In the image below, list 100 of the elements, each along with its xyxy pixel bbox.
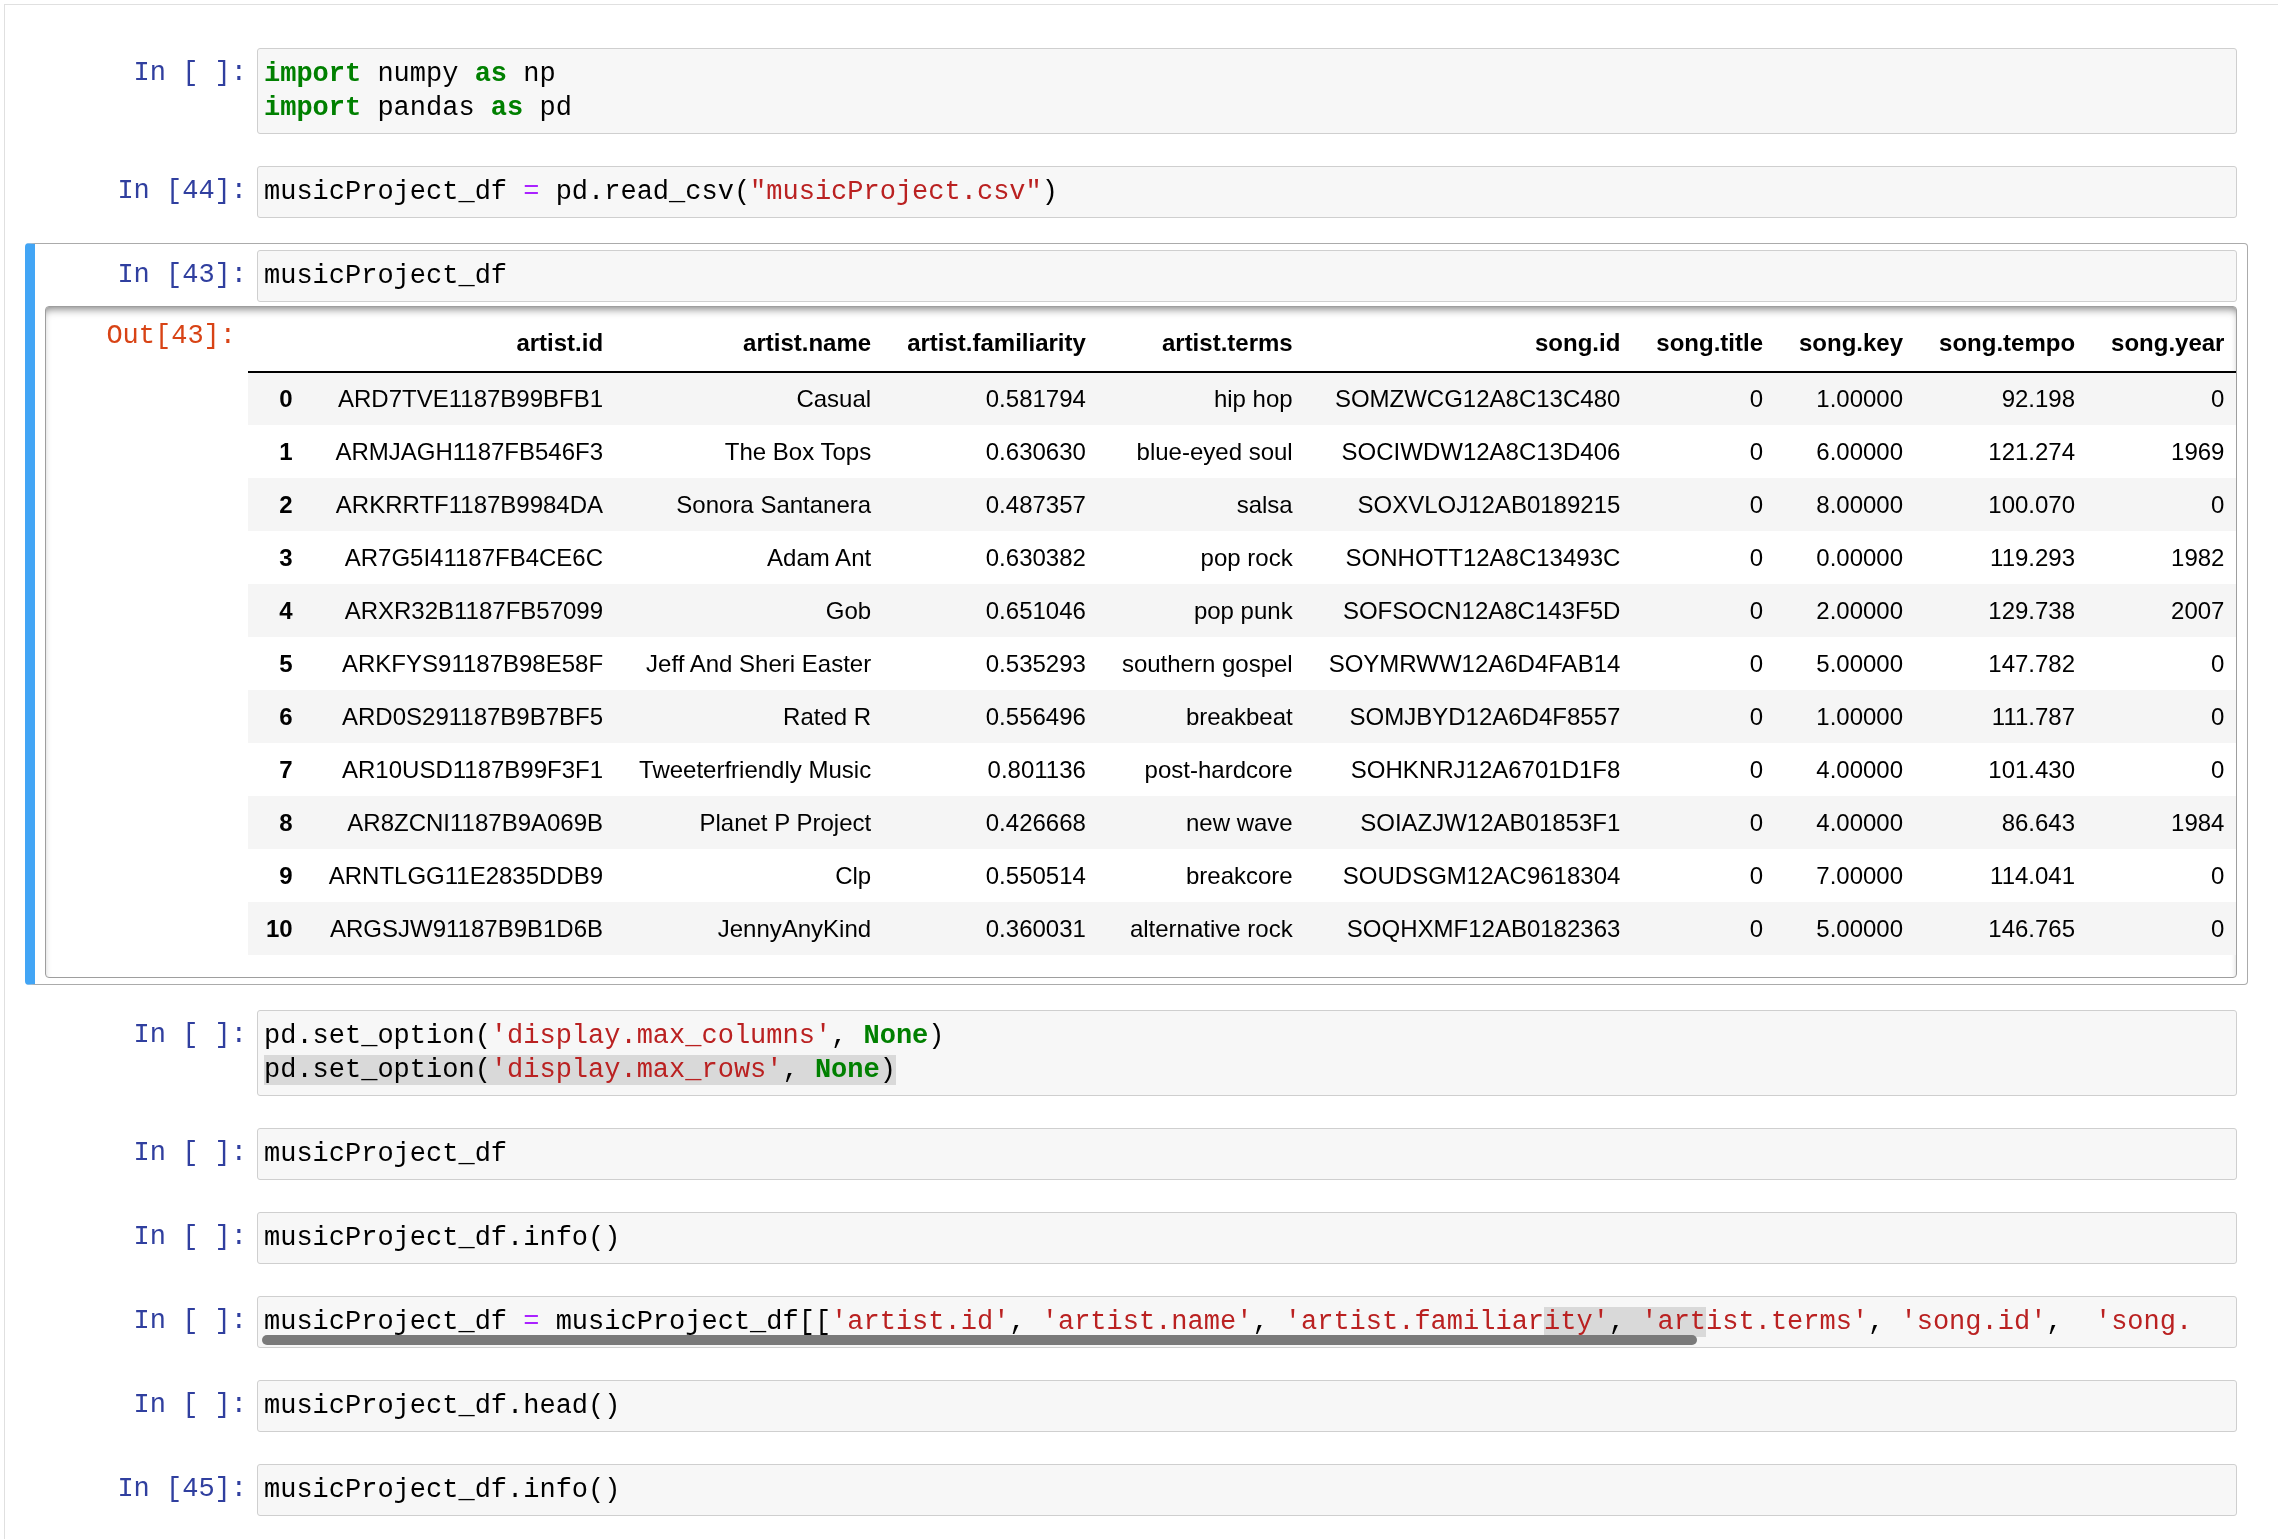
- table-cell: SOYMRWW12A6D4FAB14: [1310, 637, 1639, 690]
- table-cell: 0: [1638, 425, 1781, 478]
- table-cell: 1984: [2093, 796, 2236, 849]
- input-prompt: In [44]:: [116, 175, 248, 208]
- table-cell: 1.00000: [1781, 690, 1922, 743]
- code-editor[interactable]: musicProject_df.info(): [257, 1464, 2237, 1516]
- table-cell: Adam Ant: [621, 531, 890, 584]
- table-cell: Sonora Santanera: [621, 478, 890, 531]
- input-prompt: In [ ]:: [132, 1137, 248, 1170]
- table-cell: 129.738: [1921, 584, 2094, 637]
- code-line: import numpy as np: [264, 58, 557, 91]
- row-index: 10: [248, 902, 311, 955]
- code-editor[interactable]: import numpy as np import pandas as pd: [257, 48, 2237, 134]
- table-cell: 0: [2093, 902, 2236, 955]
- table-cell: 6.00000: [1781, 425, 1922, 478]
- input-prompt: In [ ]:: [132, 57, 248, 90]
- table-cell: 92.198: [1921, 372, 2094, 425]
- code-editor[interactable]: musicProject_df.info(): [257, 1212, 2237, 1264]
- horizontal-scrollbar[interactable]: [262, 1335, 1697, 1345]
- code-editor[interactable]: musicProject_df = pd.read_csv("musicProject.csv"): [257, 166, 2237, 218]
- table-cell: 2007: [2093, 584, 2236, 637]
- row-index: 6: [248, 690, 311, 743]
- table-cell: 5.00000: [1781, 637, 1922, 690]
- column-header: song.title: [1638, 315, 1781, 372]
- row-index: 7: [248, 743, 311, 796]
- table-cell: hip hop: [1103, 372, 1311, 425]
- table-cell: ARD7TVE1187B99BFB1: [310, 372, 622, 425]
- code-editor[interactable]: musicProject_df = musicProject_df[['artist.id', 'artist.name', 'artist.familiarity', 'artist.terms', 'song.id', 'song.: [257, 1296, 2237, 1348]
- table-cell: AR7G5I41187FB4CE6C: [310, 531, 622, 584]
- table-cell: SOCIWDW12A8C13D406: [1310, 425, 1639, 478]
- table-cell: 146.765: [1921, 902, 2094, 955]
- table-cell: 7.00000: [1781, 849, 1922, 902]
- code-line: import pandas as pd: [264, 92, 573, 125]
- table-cell: 0: [1638, 637, 1781, 690]
- column-header: song.key: [1781, 315, 1922, 372]
- code-line: musicProject_df = musicProject_df[['artist.id', 'artist.name', 'artist.familiarity', 'artist.terms', 'song.id', 'song.: [264, 1306, 2194, 1339]
- input-prompt: In [ ]:: [132, 1221, 248, 1254]
- row-index: 0: [248, 372, 311, 425]
- table-cell: SOQHXMF12AB0182363: [1310, 902, 1639, 955]
- table-cell: 114.041: [1921, 849, 2094, 902]
- input-prompt: In [ ]:: [132, 1019, 248, 1052]
- table-cell: 1.00000: [1781, 372, 1922, 425]
- table-cell: 0: [1638, 478, 1781, 531]
- table-cell: 4.00000: [1781, 796, 1922, 849]
- table-cell: 111.787: [1921, 690, 2094, 743]
- column-header: artist.name: [621, 315, 890, 372]
- table-cell: 0.556496: [889, 690, 1104, 743]
- table-cell: Planet P Project: [621, 796, 890, 849]
- code-editor[interactable]: musicProject_df: [257, 1128, 2237, 1180]
- code-editor[interactable]: musicProject_df: [257, 250, 2237, 302]
- table-cell: 100.070: [1921, 478, 2094, 531]
- table-cell: 101.430: [1921, 743, 2094, 796]
- table-cell: 0.426668: [889, 796, 1104, 849]
- table-cell: ARGSJW91187B9B1D6B: [310, 902, 622, 955]
- table-cell: ARXR32B1187FB57099: [310, 584, 622, 637]
- table-cell: 0.360031: [889, 902, 1104, 955]
- row-index: 8: [248, 796, 311, 849]
- column-header: song.id: [1310, 315, 1639, 372]
- table-cell: 0: [2093, 478, 2236, 531]
- row-index: 4: [248, 584, 311, 637]
- table-cell: 0.487357: [889, 478, 1104, 531]
- table-cell: ARKRRTF1187B9984DA: [310, 478, 622, 531]
- table-cell: 0.535293: [889, 637, 1104, 690]
- table-cell: JennyAnyKind: [621, 902, 890, 955]
- table-cell: Casual: [621, 372, 890, 425]
- table-cell: SOFSOCN12A8C143F5D: [1310, 584, 1639, 637]
- table-cell: Jeff And Sheri Easter: [621, 637, 890, 690]
- table-cell: 0.581794: [889, 372, 1104, 425]
- table-cell: 0: [1638, 796, 1781, 849]
- input-prompt: In [45]:: [116, 1473, 248, 1506]
- table-cell: pop punk: [1103, 584, 1311, 637]
- table-cell: 8.00000: [1781, 478, 1922, 531]
- code-line: musicProject_df.head(): [264, 1390, 622, 1423]
- table-cell: 0: [1638, 743, 1781, 796]
- table-cell: SOMZWCG12A8C13C480: [1310, 372, 1639, 425]
- table-cell: ARNTLGG11E2835DDB9: [310, 849, 622, 902]
- code-editor[interactable]: musicProject_df.head(): [257, 1380, 2237, 1432]
- table-cell: salsa: [1103, 478, 1311, 531]
- table-cell: alternative rock: [1103, 902, 1311, 955]
- table-cell: SOHKNRJ12A6701D1F8: [1310, 743, 1639, 796]
- table-cell: SOXVLOJ12AB0189215: [1310, 478, 1639, 531]
- column-header: artist.familiarity: [889, 315, 1104, 372]
- code-line: musicProject_df.info(): [264, 1222, 622, 1255]
- table-cell: 0: [1638, 531, 1781, 584]
- table-cell: 0: [1638, 690, 1781, 743]
- table-cell: pop rock: [1103, 531, 1311, 584]
- table-cell: SOUDSGM12AC9618304: [1310, 849, 1639, 902]
- table-cell: 0: [2093, 637, 2236, 690]
- table-cell: ARMJAGH1187FB546F3: [310, 425, 622, 478]
- table-cell: 86.643: [1921, 796, 2094, 849]
- table-cell: Gob: [621, 584, 890, 637]
- table-cell: SOIAZJW12AB01853F1: [1310, 796, 1639, 849]
- code-editor[interactable]: pd.set_option('display.max_columns', None) pd.set_option('display.max_rows', None): [257, 1010, 2237, 1096]
- table-cell: 0: [2093, 690, 2236, 743]
- table-cell: 1969: [2093, 425, 2236, 478]
- table-cell: 0.630382: [889, 531, 1104, 584]
- table-cell: 0: [2093, 849, 2236, 902]
- table-cell: 119.293: [1921, 531, 2094, 584]
- row-index: 5: [248, 637, 311, 690]
- table-cell: 4.00000: [1781, 743, 1922, 796]
